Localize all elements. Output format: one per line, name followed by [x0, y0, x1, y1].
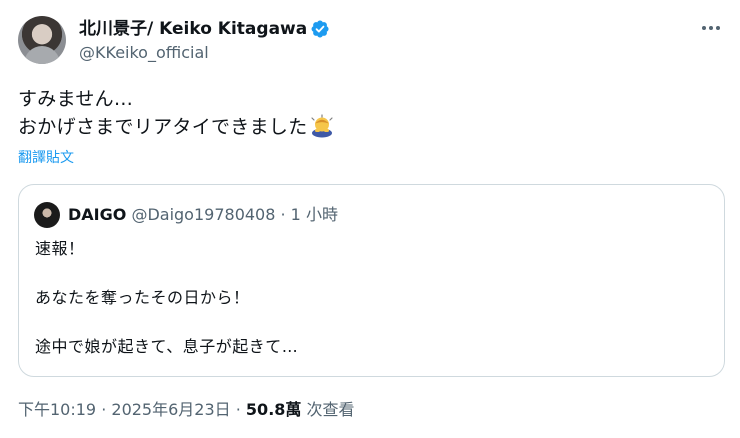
author-name[interactable]: 北川景子/ Keiko Kitagawa — [79, 18, 307, 40]
quote-text-line-3: 途中で娘が起きて、息子が起きて… — [35, 337, 299, 356]
tweet-text-line-2: おかげさまでリアタイできました — [18, 114, 334, 140]
views-count: 50.8萬 — [245, 400, 302, 419]
post-date: 2025年6月23日 — [111, 400, 231, 419]
more-icon[interactable] — [700, 17, 722, 39]
post-time-link[interactable]: 下午10:19 · 2025年6月23日 — [18, 400, 231, 419]
author-avatar[interactable] — [18, 16, 66, 64]
quote-text-line-2: あなたを奪ったその日から！ — [35, 288, 250, 307]
post-time: 下午10:19 — [18, 400, 97, 419]
tweet-text-line-1: すみません… — [18, 88, 134, 110]
meta-separator: · — [230, 400, 246, 419]
quote-tweet-card[interactable]: DAIGO @Daigo19780408 · 1 小時 速報！ あなたを奪ったそ… — [18, 184, 725, 377]
person-bowing-emoji — [310, 114, 333, 138]
quote-author-handle[interactable]: @Daigo19780408 — [131, 205, 275, 224]
quote-author-name[interactable]: DAIGO — [68, 205, 126, 224]
verified-badge-icon — [311, 20, 329, 38]
time-date-separator: · — [96, 400, 112, 419]
translate-post-link[interactable]: 翻譯貼文 — [18, 147, 74, 167]
quote-header: DAIGO @Daigo19780408 · 1 小時 — [68, 204, 338, 226]
quote-author-avatar[interactable] — [34, 202, 60, 228]
quote-separator: · — [275, 205, 291, 224]
author-handle[interactable]: @KKeiko_official — [79, 43, 209, 63]
tweet-text-line-2-text: おかげさまでリアタイできました — [18, 116, 308, 138]
quote-text-line-1: 速報！ — [35, 239, 85, 258]
quote-timestamp[interactable]: 1 小時 — [291, 205, 338, 224]
views-label: 次查看 — [306, 400, 355, 419]
post-metadata: 下午10:19 · 2025年6月23日 · 50.8萬 次查看 — [18, 399, 355, 421]
